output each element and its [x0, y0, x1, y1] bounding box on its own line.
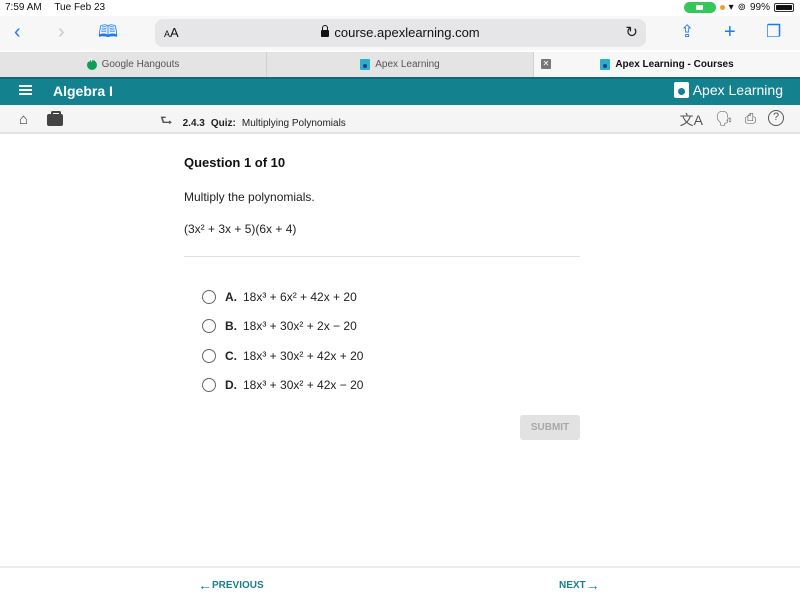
- answer-option-a[interactable]: A. 18x³ + 6x² + 42x + 20: [202, 282, 363, 312]
- course-title: Algebra I: [53, 83, 113, 99]
- answer-option-c[interactable]: C. 18x³ + 30x² + 42x + 20: [202, 341, 363, 371]
- lock-icon: [321, 25, 330, 37]
- browser-toolbar: ‹ › 🕮 AA course.apexlearning.com ↻ ⇪ + ❐: [0, 16, 800, 50]
- option-text: 18x³ + 30x² + 42x − 20: [243, 378, 364, 393]
- radio-button[interactable]: [202, 378, 216, 393]
- option-letter: A.: [225, 289, 237, 304]
- next-label: NEXT: [559, 579, 586, 591]
- logo-text: Apex Learning: [692, 82, 783, 98]
- help-icon[interactable]: ?: [768, 110, 784, 126]
- battery-percent: 99%: [749, 2, 770, 13]
- arrow-right-icon: →: [585, 577, 600, 593]
- answer-option-b[interactable]: B. 18x³ + 30x² + 2x − 20: [202, 312, 363, 342]
- radio-button[interactable]: [202, 289, 216, 304]
- apex-logo-icon: [673, 82, 689, 98]
- url-text[interactable]: course.apexlearning.com: [334, 25, 479, 40]
- submit-button[interactable]: SUBMIT: [520, 415, 580, 440]
- translate-icon[interactable]: 文A: [680, 110, 703, 130]
- status-date: Tue Feb 23: [54, 2, 106, 13]
- answer-options: A. 18x³ + 6x² + 42x + 20 B. 18x³ + 30x² …: [202, 282, 363, 400]
- option-letter: D.: [225, 378, 237, 393]
- home-icon[interactable]: ⌂: [19, 111, 28, 128]
- up-arrow-icon[interactable]: ⮑: [160, 110, 173, 134]
- question-expression: (3x² + 3x + 5)(6x + 4): [184, 222, 297, 236]
- apex-favicon-icon: [600, 59, 611, 70]
- option-letter: C.: [225, 348, 237, 363]
- radio-button[interactable]: [202, 319, 216, 334]
- previous-button[interactable]: ← PREVIOUS: [198, 577, 264, 593]
- print-icon[interactable]: ⎙: [745, 110, 756, 130]
- question-prompt: Multiply the polynomials.: [184, 190, 315, 204]
- reload-icon[interactable]: ↻: [625, 23, 638, 41]
- footer-nav: ← PREVIOUS NEXT →: [0, 566, 800, 600]
- address-bar[interactable]: AA course.apexlearning.com ↻: [155, 19, 646, 47]
- status-time: 7:59 AM: [5, 2, 42, 13]
- activity-bar: ⌂ ⮑ 2.4.3 Quiz: Multiplying Polynomials …: [0, 105, 800, 134]
- apex-favicon-icon: [360, 59, 371, 70]
- bookmarks-icon[interactable]: 🕮: [98, 22, 118, 42]
- apex-logo: Apex Learning: [673, 82, 783, 98]
- option-text: 18x³ + 6x² + 42x + 20: [243, 289, 357, 304]
- briefcase-icon[interactable]: [47, 111, 63, 126]
- previous-label: PREVIOUS: [212, 579, 264, 591]
- menu-icon[interactable]: [19, 85, 32, 95]
- share-icon[interactable]: ⇪: [680, 22, 694, 42]
- tab-strip: Google Hangouts Apex Learning ✕ Apex Lea…: [0, 52, 800, 77]
- battery-icon: [774, 3, 794, 12]
- option-letter: B.: [225, 319, 237, 334]
- tab-label: Apex Learning - Courses: [615, 59, 734, 70]
- activity-number: 2.4.3: [182, 118, 205, 129]
- activity-name: Multiplying Polynomials: [241, 118, 346, 129]
- activity-type: Quiz:: [210, 118, 236, 129]
- next-button[interactable]: NEXT →: [559, 577, 600, 593]
- option-text: 18x³ + 30x² + 2x − 20: [243, 319, 357, 334]
- tab-label: Apex Learning: [375, 59, 440, 70]
- divider: [184, 256, 580, 257]
- app-header: Algebra I Apex Learning: [0, 77, 800, 105]
- question-header: Question 1 of 10: [184, 155, 286, 170]
- status-bar: 7:59 AM Tue Feb 23 ▾ ⊚ 99%: [0, 0, 800, 16]
- close-tab-icon[interactable]: ✕: [541, 59, 551, 69]
- mic-indicator-icon: [719, 5, 725, 10]
- forward-icon[interactable]: ›: [58, 22, 65, 42]
- answer-option-d[interactable]: D. 18x³ + 30x² + 42x − 20: [202, 371, 363, 401]
- tab-apex-learning[interactable]: Apex Learning: [267, 52, 534, 77]
- arrow-left-icon: ←: [198, 577, 212, 593]
- radio-button[interactable]: [202, 348, 216, 363]
- tab-label: Google Hangouts: [101, 59, 180, 70]
- camera-active-icon: [683, 2, 716, 13]
- hangouts-icon: [86, 57, 97, 70]
- breadcrumb: ⮑ 2.4.3 Quiz: Multiplying Polynomials: [160, 110, 346, 134]
- wifi-icon: ▾: [728, 2, 734, 13]
- question-panel: Question 1 of 10 Multiply the polynomial…: [184, 155, 580, 257]
- tabs-overview-icon[interactable]: ❐: [766, 22, 781, 42]
- text-to-speech-icon[interactable]: 🗣: [715, 110, 733, 130]
- back-icon[interactable]: ‹: [14, 22, 21, 42]
- orientation-lock-icon: ⊚: [737, 2, 746, 13]
- option-text: 18x³ + 30x² + 42x + 20: [243, 348, 364, 363]
- new-tab-icon[interactable]: +: [724, 22, 736, 42]
- tab-apex-learning-courses[interactable]: ✕ Apex Learning - Courses: [534, 52, 800, 77]
- tab-google-hangouts[interactable]: Google Hangouts: [0, 52, 267, 77]
